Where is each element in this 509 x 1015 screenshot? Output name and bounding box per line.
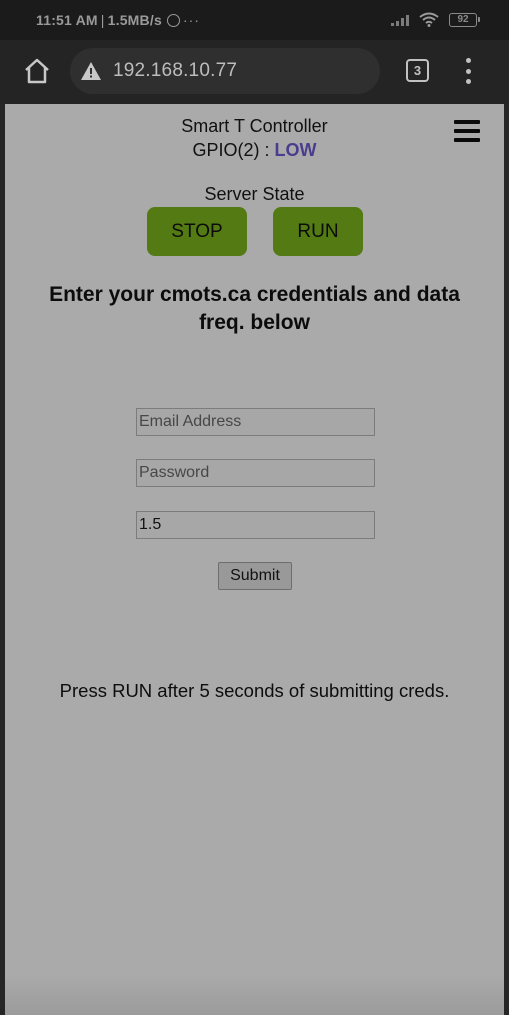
status-time: 11:51 AM xyxy=(36,12,98,28)
server-state-label: Server State xyxy=(204,184,305,204)
email-field[interactable]: Email Address xyxy=(136,408,375,436)
whatsapp-icon xyxy=(166,13,180,27)
status-left: 11:51 AM | 1.5MB/s ··· xyxy=(36,12,200,28)
home-icon[interactable] xyxy=(22,56,52,86)
wifi-icon xyxy=(419,12,439,27)
form-heading: Enter your cmots.ca credentials and data… xyxy=(49,283,460,334)
warning-icon[interactable] xyxy=(80,61,102,81)
web-page: Smart T Controller GPIO(2) : LOW Server … xyxy=(5,104,504,1015)
gpio-value: LOW xyxy=(274,140,317,160)
submit-button[interactable]: Submit xyxy=(218,562,292,590)
frequency-field[interactable]: 1.5 xyxy=(136,511,375,539)
password-field[interactable]: Password xyxy=(136,459,375,487)
hamburger-menu-icon[interactable] xyxy=(454,120,480,142)
bottom-shade xyxy=(5,975,504,1015)
more-notifications-icon: ··· xyxy=(182,12,200,28)
run-button[interactable]: RUN xyxy=(273,207,363,256)
network-speed: 1.5MB/s xyxy=(107,12,162,28)
tabs-icon[interactable]: 3 xyxy=(406,59,429,82)
instruction-note: Press RUN after 5 seconds of submitting … xyxy=(59,680,450,701)
status-bar: 11:51 AM | 1.5MB/s ··· 92 xyxy=(0,0,509,40)
status-separator: | xyxy=(100,12,105,28)
signal-icon xyxy=(391,14,409,26)
url-bar[interactable]: 192.168.10.77 xyxy=(70,48,380,94)
gpio-label: GPIO(2) : xyxy=(192,140,275,160)
more-vert-icon[interactable] xyxy=(460,58,476,84)
url-text[interactable]: 192.168.10.77 xyxy=(113,60,237,82)
frame-right xyxy=(504,104,509,1015)
gpio-status: GPIO(2) : LOW xyxy=(5,140,504,161)
battery-icon: 92 xyxy=(449,12,480,27)
stop-button[interactable]: STOP xyxy=(147,207,247,256)
page-title: Smart T Controller xyxy=(181,116,328,136)
browser-toolbar: 192.168.10.77 3 xyxy=(0,40,509,104)
status-right: 92 xyxy=(391,12,480,27)
